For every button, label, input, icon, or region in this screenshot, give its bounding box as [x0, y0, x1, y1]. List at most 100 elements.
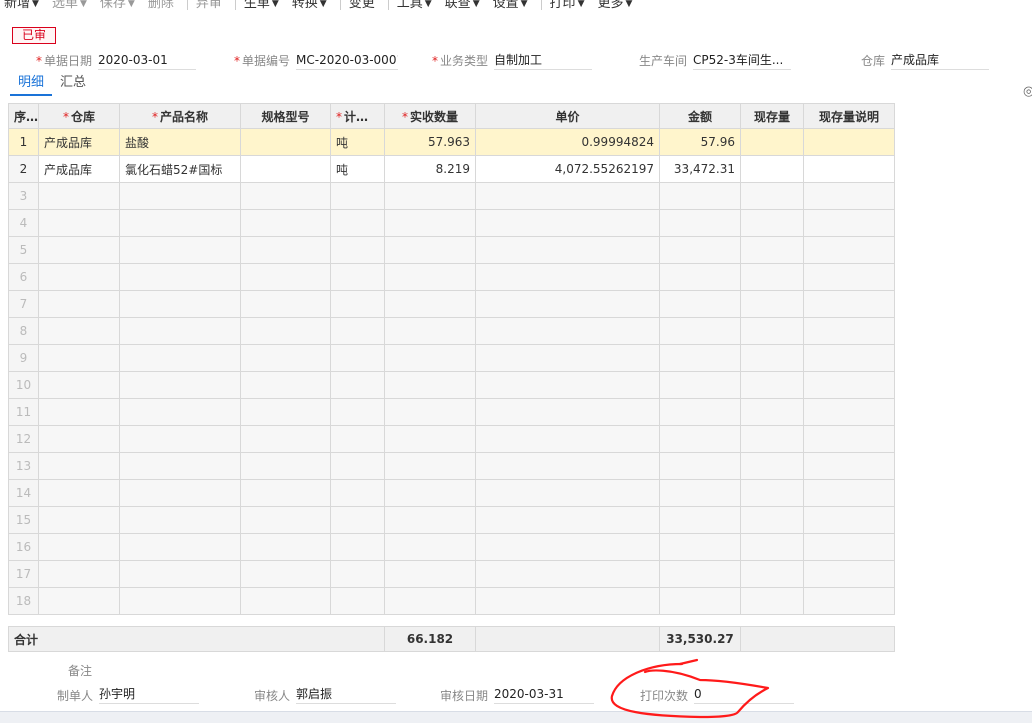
cell-stock[interactable]: [740, 425, 804, 453]
cell-stock-note[interactable]: [803, 128, 895, 156]
cell-spec[interactable]: [240, 452, 331, 480]
cell-stock[interactable]: [740, 155, 804, 183]
toolbar-query-button[interactable]: 联查 ▼: [441, 0, 489, 11]
cell-warehouse[interactable]: [38, 587, 120, 615]
cell-amount[interactable]: [659, 587, 741, 615]
doc-date-value[interactable]: 2020-03-01: [98, 51, 197, 70]
cell-qty[interactable]: [384, 290, 476, 318]
col-header-spec[interactable]: 规格型号: [240, 103, 331, 129]
cell-amount[interactable]: 33,472.31: [659, 155, 741, 183]
cell-amount[interactable]: [659, 371, 741, 399]
cell-unit[interactable]: 吨: [330, 155, 385, 183]
cell-qty[interactable]: [384, 560, 476, 588]
cell-price[interactable]: [475, 533, 660, 561]
warehouse-value[interactable]: 产成品库: [891, 51, 990, 70]
cell-price[interactable]: [475, 344, 660, 372]
cell-qty[interactable]: [384, 317, 476, 345]
table-row[interactable]: 13: [8, 452, 895, 480]
cell-product[interactable]: [119, 209, 241, 237]
cell-product[interactable]: [119, 506, 241, 534]
cell-qty[interactable]: [384, 425, 476, 453]
cell-unit[interactable]: [330, 479, 385, 507]
table-row[interactable]: 12: [8, 425, 895, 453]
cell-spec[interactable]: [240, 371, 331, 399]
tab-detail[interactable]: 明细: [10, 74, 53, 96]
cell-spec[interactable]: [240, 425, 331, 453]
workshop-field[interactable]: 生产车间 CP52-3车间生...: [639, 50, 792, 70]
cell-spec[interactable]: [240, 479, 331, 507]
cell-stock-note[interactable]: [803, 560, 895, 588]
toolbar-unaudit-button[interactable]: 弃审: [192, 0, 231, 11]
toolbar-convert-button[interactable]: 转换 ▼: [288, 0, 336, 11]
cell-product[interactable]: [119, 182, 241, 210]
cell-product[interactable]: [119, 317, 241, 345]
cell-stock-note[interactable]: [803, 209, 895, 237]
col-header-unit[interactable]: * 计量...: [330, 103, 385, 129]
warehouse-field[interactable]: 仓库 产成品库: [861, 50, 990, 70]
table-row[interactable]: 6: [8, 263, 895, 291]
doc-no-field[interactable]: * 单据编号 MC-2020-03-0001: [234, 50, 399, 70]
cell-warehouse[interactable]: [38, 452, 120, 480]
cell-stock-note[interactable]: [803, 506, 895, 534]
cell-stock-note[interactable]: [803, 155, 895, 183]
cell-product[interactable]: [119, 263, 241, 291]
cell-stock[interactable]: [740, 371, 804, 399]
cell-stock[interactable]: [740, 344, 804, 372]
cell-spec[interactable]: [240, 506, 331, 534]
cell-stock-note[interactable]: [803, 290, 895, 318]
cell-spec[interactable]: [240, 236, 331, 264]
col-header-qty[interactable]: * 实收数量: [384, 103, 476, 129]
cell-spec[interactable]: [240, 155, 331, 183]
cell-warehouse[interactable]: [38, 182, 120, 210]
cell-price[interactable]: [475, 209, 660, 237]
cell-amount[interactable]: [659, 452, 741, 480]
table-row[interactable]: 2 产成品库 氯化石蜡52#国标 吨 8.219 4,072.55262197 …: [8, 155, 895, 183]
cell-warehouse[interactable]: [38, 371, 120, 399]
cell-unit[interactable]: [330, 506, 385, 534]
cell-qty[interactable]: [384, 506, 476, 534]
cell-warehouse[interactable]: [38, 290, 120, 318]
cell-unit[interactable]: [330, 344, 385, 372]
cell-product[interactable]: 氯化石蜡52#国标: [119, 155, 241, 183]
cell-qty[interactable]: [384, 452, 476, 480]
cell-warehouse[interactable]: [38, 344, 120, 372]
cell-spec[interactable]: [240, 533, 331, 561]
cell-price[interactable]: [475, 290, 660, 318]
cell-unit[interactable]: [330, 533, 385, 561]
cell-spec[interactable]: [240, 398, 331, 426]
cell-unit[interactable]: [330, 209, 385, 237]
cell-stock-note[interactable]: [803, 425, 895, 453]
cell-amount[interactable]: [659, 236, 741, 264]
cell-stock[interactable]: [740, 479, 804, 507]
table-row[interactable]: 18: [8, 587, 895, 615]
cell-price[interactable]: [475, 236, 660, 264]
cell-price[interactable]: [475, 182, 660, 210]
toolbar-delete-button[interactable]: 删除: [144, 0, 183, 11]
toolbar-settings-button[interactable]: 设置 ▼: [489, 0, 537, 11]
cell-price[interactable]: 4,072.55262197: [475, 155, 660, 183]
table-row[interactable]: 5: [8, 236, 895, 264]
cell-amount[interactable]: [659, 398, 741, 426]
toolbar-change-button[interactable]: 变更: [345, 0, 384, 11]
cell-price[interactable]: [475, 506, 660, 534]
cell-stock-note[interactable]: [803, 533, 895, 561]
doc-date-field[interactable]: * 单据日期 2020-03-01: [36, 50, 197, 70]
remark-field[interactable]: 备注: [68, 661, 92, 679]
tab-summary[interactable]: 汇总: [52, 74, 94, 94]
col-header-amount[interactable]: 金额: [659, 103, 741, 129]
cell-amount[interactable]: [659, 506, 741, 534]
toolbar-save-button[interactable]: 保存 ▼: [96, 0, 144, 11]
cell-product[interactable]: [119, 452, 241, 480]
cell-amount[interactable]: [659, 290, 741, 318]
cell-spec[interactable]: [240, 344, 331, 372]
col-header-stock-note[interactable]: 现存量说明: [803, 103, 895, 129]
cell-stock[interactable]: [740, 560, 804, 588]
cell-stock[interactable]: [740, 290, 804, 318]
cell-stock-note[interactable]: [803, 479, 895, 507]
cell-price[interactable]: [475, 425, 660, 453]
location-pin-icon[interactable]: ◎: [1023, 84, 1032, 99]
cell-price[interactable]: [475, 371, 660, 399]
cell-product[interactable]: [119, 371, 241, 399]
cell-qty[interactable]: [384, 371, 476, 399]
cell-unit[interactable]: 吨: [330, 128, 385, 156]
